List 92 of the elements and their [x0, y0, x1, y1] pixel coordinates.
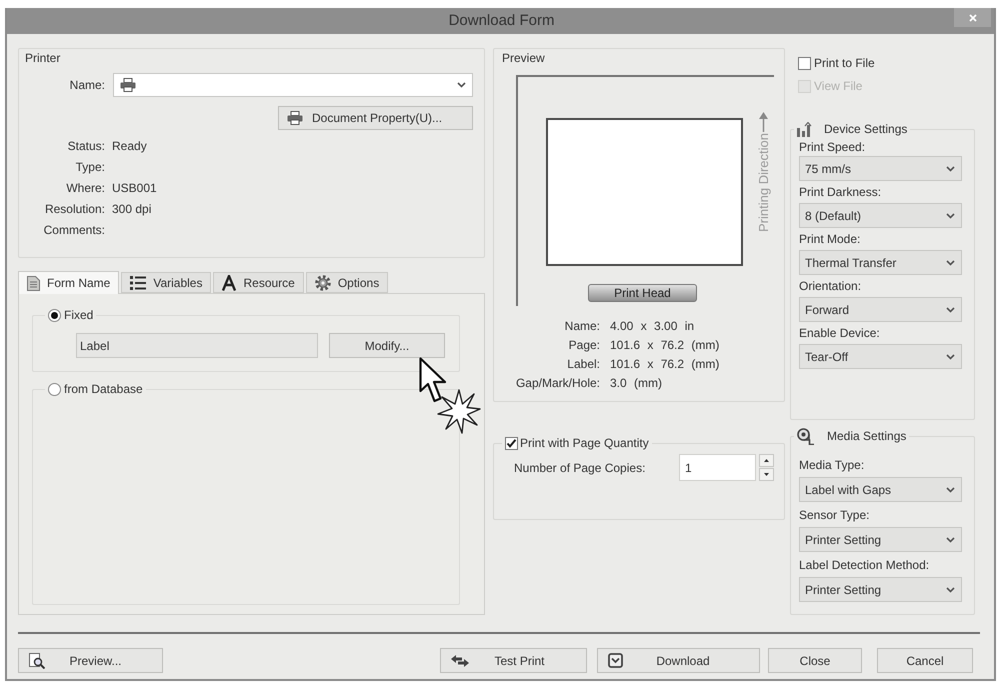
close-button[interactable]: Close	[768, 648, 862, 673]
spin-down-button[interactable]	[759, 468, 774, 481]
chevron-down-icon	[946, 166, 955, 172]
field-label: Orientation:	[799, 278, 862, 295]
field-label: Print Mode:	[799, 231, 860, 248]
info-label: Status:	[66, 138, 105, 154]
tab[interactable]: Options	[306, 272, 388, 293]
info-label: Comments:	[42, 222, 105, 238]
mouse-pointer-icon	[419, 357, 447, 403]
copies-field[interactable]: 1	[679, 454, 756, 481]
radio-button[interactable]	[48, 308, 61, 322]
group-title: Device Settings	[824, 121, 908, 138]
spin-up-button[interactable]	[759, 454, 774, 467]
bar-chart-icon	[797, 122, 812, 136]
print-head-label: Print Head	[588, 284, 697, 302]
font-icon	[222, 274, 236, 290]
gear-icon	[314, 274, 331, 290]
checkbox-label: Print to File	[814, 55, 875, 72]
list-icon	[130, 276, 146, 290]
chevron-down-icon	[946, 354, 955, 360]
chevron-down-icon	[946, 586, 955, 592]
form-name-field[interactable]: Label	[76, 333, 318, 358]
field-label: Print Darkness:	[799, 184, 882, 201]
cancel-button[interactable]: Cancel	[877, 648, 973, 673]
dropdown[interactable]: 75 mm/s	[799, 156, 962, 181]
dropdown[interactable]: Thermal Transfer	[799, 250, 962, 275]
dropdown[interactable]: Printer Setting	[799, 527, 962, 552]
modify-button[interactable]: Modify...	[329, 333, 445, 358]
window-title: Download Form	[448, 10, 554, 31]
chevron-down-icon	[946, 306, 955, 312]
dropdown[interactable]: Forward	[799, 297, 962, 322]
field-label: Sensor Type:	[799, 506, 870, 524]
document-icon	[27, 276, 40, 290]
dropdown[interactable]: 8 (Default)	[799, 203, 962, 228]
field-label: Name:	[68, 77, 105, 94]
click-burst-icon	[437, 389, 481, 434]
preview-button[interactable]: Preview...	[18, 648, 163, 673]
caret-up-icon	[764, 459, 769, 462]
radio-label: from Database	[64, 382, 143, 396]
group-title: Media Settings	[827, 428, 906, 445]
checkbox-label: Print with Page Quantity	[520, 436, 649, 450]
tab[interactable]: Variables	[121, 272, 212, 293]
chevron-down-icon	[946, 536, 955, 542]
arrow-up-icon	[759, 112, 768, 132]
dropdown[interactable]: Tear-Off	[799, 344, 962, 369]
info-label: Resolution:	[44, 200, 105, 218]
field-label: Print Speed:	[799, 138, 866, 156]
info-label: Label:	[566, 356, 600, 372]
magnifier-icon	[29, 652, 45, 668]
info-value: Ready	[112, 138, 147, 154]
dropdown[interactable]: Label with Gaps	[799, 477, 962, 502]
printing-direction-label: Printing Direction	[755, 133, 772, 232]
info-value: 3.0 (mm)	[610, 374, 662, 392]
group-title: Preview	[502, 51, 545, 65]
info-value: 4.00 x 3.00 in	[610, 318, 694, 334]
document-property-button[interactable]: Document Property(U)...	[278, 106, 473, 130]
info-value: 101.6 x 76.2 (mm)	[610, 336, 720, 354]
info-label: Where:	[65, 180, 105, 196]
download-button[interactable]: Download	[597, 648, 760, 673]
download-icon	[608, 653, 623, 668]
checkbox[interactable]	[505, 436, 518, 450]
close-button[interactable]	[954, 8, 991, 27]
checkbox-label: View File	[814, 78, 862, 95]
info-label: Name:	[564, 318, 600, 334]
field-label: Label Detection Method:	[799, 556, 930, 574]
printer-icon	[287, 111, 303, 125]
field-label: Number of Page Copies:	[514, 460, 646, 476]
info-label: Type:	[74, 158, 105, 176]
radio-button[interactable]	[48, 382, 61, 396]
info-value: USB001	[112, 180, 157, 196]
info-label: Page:	[568, 336, 600, 354]
test-print-button[interactable]: Test Print	[440, 648, 587, 673]
label-roll-icon	[797, 428, 815, 444]
radio-label: Fixed	[64, 308, 94, 322]
checkbox[interactable]	[798, 56, 811, 70]
info-value: 101.6 x 76.2 (mm)	[610, 356, 720, 372]
close-icon	[968, 14, 976, 22]
group-title: Printer	[25, 51, 60, 65]
chevron-down-icon	[946, 260, 955, 266]
field-label: Media Type:	[799, 456, 864, 474]
chevron-down-icon	[457, 82, 466, 88]
info-value: 300 dpi	[112, 200, 152, 218]
caret-down-icon	[764, 473, 769, 476]
tab[interactable]: Resource	[213, 272, 304, 293]
chevron-down-icon	[946, 212, 955, 218]
printer-icon	[120, 78, 136, 92]
tab[interactable]: Form Name	[18, 271, 120, 294]
info-label: Gap/Mark/Hole:	[514, 374, 600, 392]
field-label: Enable Device:	[799, 325, 880, 342]
swap-arrows-icon	[451, 654, 469, 666]
dropdown[interactable]: Printer Setting	[799, 577, 962, 602]
chevron-down-icon	[946, 486, 955, 492]
